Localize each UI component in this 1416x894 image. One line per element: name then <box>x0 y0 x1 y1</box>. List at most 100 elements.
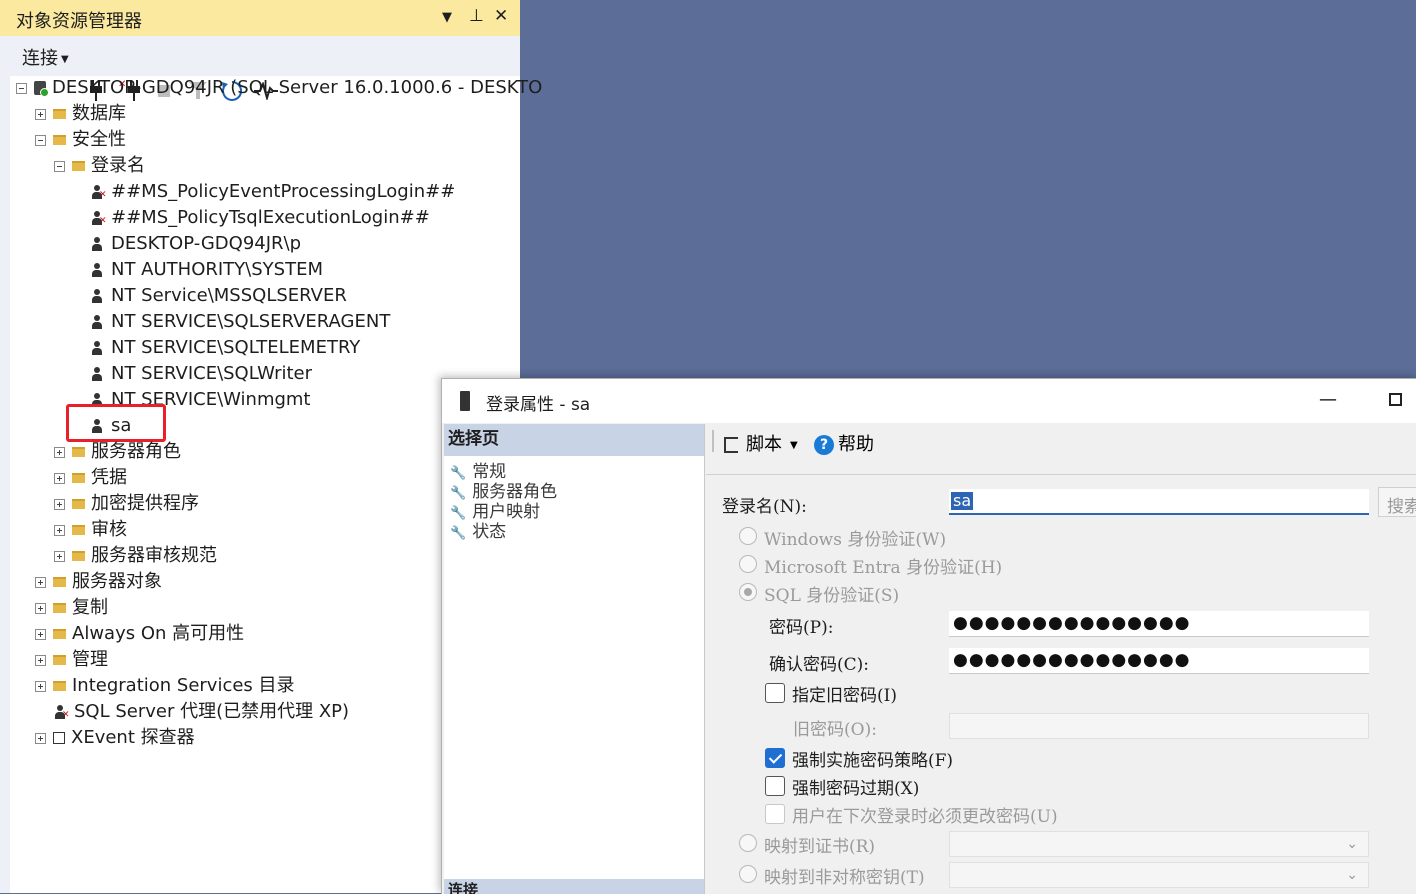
toolbar-grip <box>712 430 714 452</box>
entra-auth-radio[interactable] <box>739 555 757 573</box>
close-icon[interactable]: ✕ <box>494 6 508 26</box>
enforce-expiration-checkbox[interactable] <box>765 776 785 796</box>
select-page-header: 选择页 <box>444 424 704 456</box>
script-button[interactable]: 脚本 ▼ <box>724 430 798 456</box>
tree-node-management[interactable]: 管理 <box>35 647 108 673</box>
password-input[interactable]: ●●●●●●●●●●●●●●● <box>949 611 1369 637</box>
folder-icon <box>53 655 66 665</box>
help-icon: ? <box>814 435 834 455</box>
script-icon <box>724 437 738 453</box>
dialog-icon <box>460 391 470 411</box>
expand-icon[interactable] <box>54 472 65 484</box>
must-change-checkbox[interactable] <box>765 804 785 824</box>
old-password-input[interactable] <box>949 713 1369 739</box>
page-status[interactable]: 🔧 状态 <box>450 517 506 542</box>
expand-icon[interactable] <box>54 524 65 536</box>
xevent-icon <box>53 732 65 744</box>
login-item[interactable]: NT SERVICE\SQLWriter <box>91 361 312 387</box>
expand-icon[interactable] <box>35 108 46 120</box>
tree-node-databases[interactable]: 数据库 <box>35 101 126 127</box>
enforce-policy-label: 强制实施密码策略(F) <box>792 751 954 771</box>
enforce-expiration-label: 强制密码过期(X) <box>792 779 920 799</box>
expand-icon[interactable] <box>35 602 46 614</box>
login-name-input[interactable]: sa <box>949 489 1369 515</box>
login-item[interactable]: DESKTOP-GDQ94JR\p <box>91 231 301 257</box>
login-name-label: 登录名(N): <box>722 497 807 517</box>
search-button[interactable]: 搜索 <box>1378 487 1416 517</box>
connect-button[interactable]: 连接 ▼ <box>22 44 69 70</box>
expand-icon[interactable] <box>54 550 65 562</box>
wrench-icon: 🔧 <box>450 526 467 541</box>
panel-title: 对象资源管理器 <box>16 11 142 32</box>
login-item[interactable]: NT SERVICE\SQLSERVERAGENT <box>91 309 390 335</box>
tree-node-xevent[interactable]: XEvent 探查器 <box>35 725 195 751</box>
tree-node-credentials[interactable]: 凭据 <box>54 465 127 491</box>
specify-old-password-checkbox[interactable] <box>765 683 785 703</box>
expand-icon[interactable] <box>54 446 65 458</box>
tree-node-integration-services[interactable]: Integration Services 目录 <box>35 673 295 699</box>
expand-icon[interactable] <box>35 628 46 640</box>
login-item[interactable]: NT SERVICE\SQLTELEMETRY <box>91 335 360 361</box>
dialog-title: 登录属性 - sa <box>486 395 591 415</box>
login-icon <box>91 315 103 329</box>
enforce-policy-checkbox[interactable] <box>765 748 785 768</box>
folder-icon <box>53 109 66 119</box>
login-icon <box>91 289 103 303</box>
folder-icon <box>53 603 66 613</box>
tree-node-server[interactable]: DESKTOP-GDQ94JR (SQL Server 16.0.1000.6 … <box>16 75 542 101</box>
disabled-login-icon: ✕ <box>91 211 107 226</box>
windows-auth-radio[interactable] <box>739 527 757 545</box>
collapse-icon[interactable] <box>54 160 65 172</box>
expand-icon[interactable] <box>35 680 46 692</box>
minimize-icon[interactable]: — <box>1319 389 1337 410</box>
map-cert-radio[interactable] <box>739 834 757 852</box>
entra-auth-label: Microsoft Entra 身份验证(H) <box>764 558 1003 578</box>
maximize-icon[interactable] <box>1389 393 1402 406</box>
asym-key-select[interactable]: ⌄ <box>949 862 1369 888</box>
tree-node-audits[interactable]: 审核 <box>54 517 127 543</box>
folder-icon <box>72 473 85 483</box>
login-item[interactable]: ✕ ##MS_PolicyTsqlExecutionLogin## <box>91 205 430 231</box>
sql-auth-radio[interactable] <box>739 583 757 601</box>
collapse-icon[interactable] <box>35 134 46 146</box>
highlight-box <box>66 404 166 442</box>
windows-auth-label: Windows 身份验证(W) <box>764 530 947 550</box>
login-icon <box>91 263 103 277</box>
specify-old-password-label: 指定旧密码(I) <box>792 686 897 706</box>
folder-icon <box>72 447 85 457</box>
expand-icon[interactable] <box>35 732 46 744</box>
dropdown-icon[interactable]: ▼ <box>442 10 452 25</box>
dialog-titlebar: 登录属性 - sa — <box>442 379 1416 423</box>
tree-node-security[interactable]: 安全性 <box>35 127 126 153</box>
tree-node-always-on[interactable]: Always On 高可用性 <box>35 621 244 647</box>
tree-node-crypto-providers[interactable]: 加密提供程序 <box>54 491 199 517</box>
select-page-pane: 选择页 🔧 常规 🔧 服务器角色 🔧 用户映射 🔧 状态 连接 <box>444 424 705 894</box>
login-item[interactable]: ✕ ##MS_PolicyEventProcessingLogin## <box>91 179 455 205</box>
collapse-icon[interactable] <box>16 82 27 94</box>
folder-icon <box>72 551 85 561</box>
expand-icon[interactable] <box>35 654 46 666</box>
tree-node-replication[interactable]: 复制 <box>35 595 108 621</box>
tree-node-server-roles[interactable]: 服务器角色 <box>54 439 181 465</box>
cert-select[interactable]: ⌄ <box>949 831 1369 857</box>
pin-icon[interactable]: ⊥ <box>469 6 484 26</box>
expand-icon[interactable] <box>35 576 46 588</box>
folder-icon <box>53 629 66 639</box>
confirm-password-input[interactable]: ●●●●●●●●●●●●●●● <box>949 648 1369 674</box>
map-asym-radio[interactable] <box>739 865 757 883</box>
folder-icon <box>72 525 85 535</box>
expand-icon[interactable] <box>54 498 65 510</box>
login-item[interactable]: NT AUTHORITY\SYSTEM <box>91 257 323 283</box>
tree-node-sql-agent[interactable]: ✕ SQL Server 代理(已禁用代理 XP) <box>54 699 349 725</box>
tree-node-audit-specs[interactable]: 服务器审核规范 <box>54 543 217 569</box>
login-item[interactable]: NT Service\MSSQLSERVER <box>91 283 347 309</box>
help-button[interactable]: ? 帮助 <box>814 430 874 456</box>
chevron-down-icon: ⌄ <box>1346 867 1358 883</box>
object-explorer-titlebar: 对象资源管理器 ▼ ⊥ ✕ <box>0 0 520 37</box>
tree-node-server-objects[interactable]: 服务器对象 <box>35 569 162 595</box>
map-cert-label: 映射到证书(R) <box>764 837 876 857</box>
tree-node-logins[interactable]: 登录名 <box>54 153 145 179</box>
folder-icon <box>72 161 85 171</box>
dialog-toolbar: 脚本 ▼ ? 帮助 <box>706 424 1416 475</box>
object-explorer-toolbar: 连接 ▼ ✕ <box>0 36 520 101</box>
